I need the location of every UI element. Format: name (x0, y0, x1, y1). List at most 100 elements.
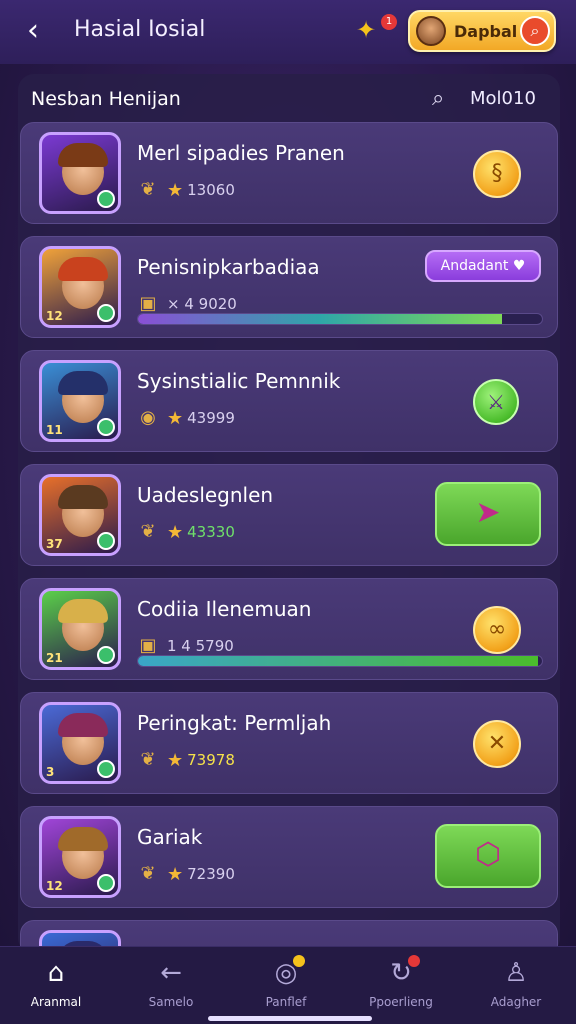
star-icon: ★ (167, 407, 184, 429)
wing-icon: ❦ (140, 179, 156, 200)
attack-button[interactable]: ⚔ (473, 379, 519, 425)
profile-button[interactable]: Dapbal ⌕ (408, 10, 556, 52)
nav-label: Ppoerlieng (369, 995, 433, 1009)
shield-icon (97, 418, 115, 436)
player-name: Gariak (137, 825, 203, 849)
top-bar: ‹ Hasial Iosial ✦ 1 Dapbal ⌕ (0, 0, 576, 64)
progress-bar (137, 313, 543, 325)
progress-bar (137, 655, 543, 667)
home-icon: ⌂ (47, 958, 65, 988)
progress-fill (138, 656, 538, 666)
wing-icon: ❦ (140, 521, 156, 542)
list-item[interactable]: 21 Codiia Ilenemuan ▣ 1 4 5790 ∞ (20, 578, 558, 680)
nav-label: Aranmal (30, 995, 82, 1009)
page-title: Hasial Iosial (74, 17, 206, 42)
score-meta: ❦ ★ 43330 (137, 521, 235, 543)
notification-dot (293, 955, 305, 967)
avatar: 12 (39, 246, 121, 328)
score-meta: ❦ ★ 73978 (137, 749, 235, 771)
ranking-panel: Nesban Henijan ⌕ Mol010 Merl sipadies Pr… (18, 74, 560, 954)
list-item[interactable]: 12 Gariak ❦ ★ 72390 ⬡ (20, 806, 558, 908)
shield-icon (97, 646, 115, 664)
user-icon: ♙ (504, 958, 528, 988)
score-meta: ◉ ★ 43999 (137, 407, 235, 429)
shield-icon (97, 532, 115, 550)
search-label[interactable]: Mol010 (470, 88, 536, 109)
score-value: 73978 (187, 751, 235, 769)
star-icon: ★ (167, 521, 184, 543)
player-name: Sysinstialic Pemnnik (137, 369, 341, 393)
chest-icon: ▣ (139, 635, 157, 656)
score-value: 43999 (187, 409, 235, 427)
player-name: Merl sipadies Pranen (137, 141, 345, 165)
profile-label: Dapbal (454, 22, 518, 41)
avatar: 37 (39, 474, 121, 556)
home-indicator (208, 1016, 372, 1021)
avatar: 3 (39, 702, 121, 784)
action-button[interactable]: ➤ (435, 482, 541, 546)
player-name: Penisnipkarbadiaa (137, 255, 320, 279)
wing-icon: ❦ (140, 863, 156, 884)
search-icon[interactable]: ⌕ (432, 86, 444, 111)
score-meta: ▣ 1 4 5790 (137, 635, 234, 657)
player-name: Peringkat: Permljah (137, 711, 332, 735)
wing-icon: ❦ (140, 749, 156, 770)
score-value: 1 4 5790 (167, 637, 234, 655)
nav-item-ppoerlieng[interactable]: ↻ Ppoerlieng (351, 955, 451, 1017)
nav-item-adagher[interactable]: ♙ Adagher (466, 957, 566, 1017)
bottom-nav: ⌂ Aranmal ← Samelo ◎ Panflef ↻ Ppoerlieng ♙ Adagh… (0, 946, 576, 1024)
nav-item-aranmal[interactable]: ⌂ Aranmal (6, 957, 106, 1017)
avatar: 11 (39, 360, 121, 442)
panel-title: Nesban Henijan (31, 88, 181, 110)
list-item[interactable]: 11 Sysinstialic Pemnnik ◉ ★ 43999 ⚔ (20, 350, 558, 452)
level-label: 11 (46, 423, 63, 437)
avatar (39, 132, 121, 214)
level-label: 12 (46, 879, 63, 893)
score-meta: ▣ × 4 9020 (137, 293, 237, 315)
nav-label: Panflef (265, 995, 307, 1009)
target-icon: ◎ (269, 955, 305, 989)
score-meta: ❦ ★ 13060 (137, 179, 235, 201)
nav-label: Adagher (490, 995, 542, 1009)
score-meta: ❦ ★ 72390 (137, 863, 235, 885)
arrow-left-icon: ← (160, 958, 182, 988)
notification-dot (408, 955, 420, 967)
refresh-icon: ↻ (384, 955, 420, 989)
list-item[interactable]: 12 Penisnipkarbadiaa ▣ × 4 9020 Andadant ♥ (20, 236, 558, 338)
level-label: 21 (46, 651, 63, 665)
avatar: 12 (39, 816, 121, 898)
list-item[interactable]: 3 Peringkat: Permljah ❦ ★ 73978 ✕ (20, 692, 558, 794)
shield-icon (97, 874, 115, 892)
score-value: 13060 (187, 181, 235, 199)
action-button[interactable]: ⬡ (435, 824, 541, 888)
list-item[interactable]: 37 Uadeslegnlen ❦ ★ 43330 ➤ (20, 464, 558, 566)
score-value: × 4 9020 (167, 295, 237, 313)
player-name: Codiia Ilenemuan (137, 597, 312, 621)
shield-icon (97, 304, 115, 322)
nav-item-panflef[interactable]: ◎ Panflef (236, 955, 336, 1017)
score-value: 43330 (187, 523, 235, 541)
score-value: 72390 (187, 865, 235, 883)
shield-icon (97, 190, 115, 208)
star-icon: ★ (167, 179, 184, 201)
level-label: 3 (46, 765, 55, 779)
panel-header: Nesban Henijan ⌕ Mol010 (18, 74, 560, 122)
search-icon[interactable]: ⌕ (520, 16, 550, 46)
nav-label: Samelo (148, 995, 194, 1009)
chevron-left-icon[interactable]: ‹ (18, 14, 48, 48)
shield-icon (97, 760, 115, 778)
puzzle-icon[interactable]: ✦ (352, 16, 380, 44)
coin-button[interactable]: § (473, 150, 521, 198)
chest-icon: ▣ (139, 293, 157, 314)
medal-icon: ◉ (140, 407, 156, 428)
level-label: 12 (46, 309, 63, 323)
notification-badge: 1 (381, 14, 397, 30)
nav-item-samelo[interactable]: ← Samelo (121, 957, 221, 1017)
list-item[interactable]: Merl sipadies Pranen ❦ ★ 13060 § (20, 122, 558, 224)
level-label: 37 (46, 537, 63, 551)
avatar: 21 (39, 588, 121, 670)
progress-fill (138, 314, 502, 324)
coin-button[interactable]: ✕ (473, 720, 521, 768)
coin-button[interactable]: ∞ (473, 606, 521, 654)
status-badge[interactable]: Andadant ♥ (425, 250, 541, 282)
